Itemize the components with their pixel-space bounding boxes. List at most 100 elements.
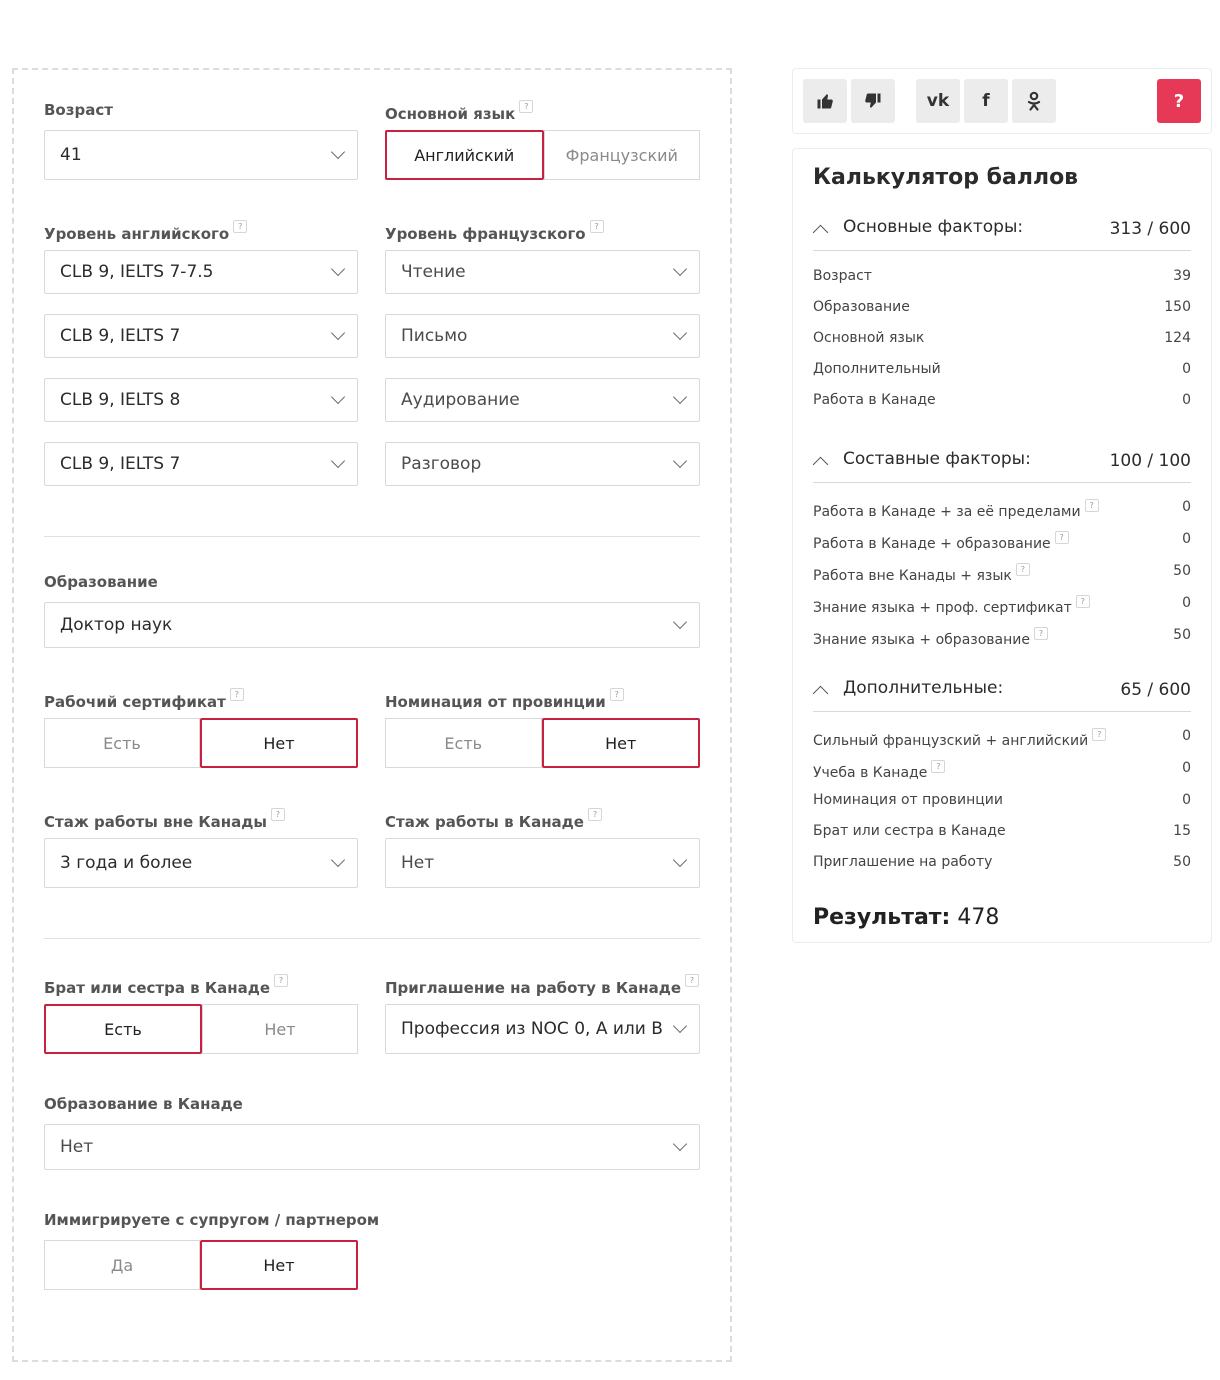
help-icon[interactable]: ? xyxy=(609,688,624,701)
main-language-label: Основной язык? xyxy=(385,100,534,124)
section-basic-factors[interactable]: Основные факторы: 313 / 600 xyxy=(812,217,1191,251)
help-icon[interactable]: ? xyxy=(587,808,602,821)
help-icon[interactable]: ? xyxy=(1075,595,1090,608)
english-reading-select[interactable]: CLB 9, IELTS 7-7.5 xyxy=(44,250,358,294)
list-item: Образование 150 xyxy=(813,299,1191,315)
help-icon[interactable]: ? xyxy=(1084,499,1099,512)
vk-share-button[interactable]: vk xyxy=(916,79,960,123)
chevron-down-icon xyxy=(330,144,346,160)
result-total: Результат: 478 xyxy=(813,905,1000,930)
list-item: Приглашение на работу 50 xyxy=(813,854,1191,870)
chevron-down-icon xyxy=(330,261,346,277)
chevron-up-icon xyxy=(812,456,829,473)
chevron-down-icon xyxy=(672,261,688,277)
foreign-experience-value: 3 года и более xyxy=(60,853,193,873)
vk-icon: vk xyxy=(926,91,950,111)
list-item: Работа в Канаде + за её пределами? 0 xyxy=(813,499,1191,520)
provincial-nomination-toggle: Есть Нет xyxy=(385,718,700,768)
help-icon[interactable]: ? xyxy=(519,100,534,113)
english-speaking-select[interactable]: CLB 9, IELTS 7 xyxy=(44,442,358,486)
english-listening-value: CLB 9, IELTS 8 xyxy=(60,390,181,410)
thumbs-up-icon xyxy=(817,94,833,109)
provincial-nomination-yes-option[interactable]: Есть xyxy=(385,718,542,768)
sibling-label: Брат или сестра в Канаде? xyxy=(44,974,289,998)
like-button[interactable] xyxy=(803,79,847,123)
work-certificate-label: Рабочий сертификат? xyxy=(44,688,244,712)
help-icon[interactable]: ? xyxy=(1092,728,1107,741)
help-icon[interactable]: ? xyxy=(1054,531,1069,544)
section-total: 100 / 100 xyxy=(1109,451,1191,471)
job-offer-select[interactable]: Профессия из NOC 0, A или B xyxy=(385,1004,700,1054)
canadian-education-select[interactable]: Нет xyxy=(44,1124,700,1170)
english-listening-select[interactable]: CLB 9, IELTS 8 xyxy=(44,378,358,422)
help-icon[interactable]: ? xyxy=(589,220,604,233)
help-button[interactable]: ? xyxy=(1157,79,1201,123)
age-select[interactable]: 41 xyxy=(44,130,358,180)
canadian-education-label: Образование в Канаде xyxy=(44,1095,243,1113)
french-listening-value: Аудирование xyxy=(401,390,520,410)
sibling-yes-option[interactable]: Есть xyxy=(44,1004,202,1054)
odnoklassniki-share-button[interactable] xyxy=(1012,79,1056,123)
canadian-experience-value: Нет xyxy=(401,853,435,873)
work-certificate-yes-option[interactable]: Есть xyxy=(44,718,200,768)
french-speaking-value: Разговор xyxy=(401,454,482,474)
divider xyxy=(44,938,700,939)
french-writing-select[interactable]: Письмо xyxy=(385,314,700,358)
facebook-share-button[interactable]: f xyxy=(964,79,1008,123)
chevron-down-icon xyxy=(672,852,688,868)
facebook-icon: f xyxy=(982,91,990,111)
list-item: Брат или сестра в Канаде 15 xyxy=(813,823,1191,839)
spouse-toggle: Да Нет xyxy=(44,1240,358,1290)
canadian-experience-select[interactable]: Нет xyxy=(385,838,700,888)
dislike-button[interactable] xyxy=(851,79,895,123)
french-writing-value: Письмо xyxy=(401,326,468,346)
score-calculator: Калькулятор баллов Основные факторы: 313… xyxy=(792,148,1212,943)
spouse-no-option[interactable]: Нет xyxy=(200,1240,358,1290)
english-writing-select[interactable]: CLB 9, IELTS 7 xyxy=(44,314,358,358)
list-item: Работа в Канаде + образование? 0 xyxy=(813,531,1191,552)
chevron-down-icon xyxy=(672,453,688,469)
chevron-down-icon xyxy=(672,1018,688,1034)
work-certificate-no-option[interactable]: Нет xyxy=(200,718,358,768)
help-icon[interactable]: ? xyxy=(931,760,946,773)
main-language-french-option[interactable]: Французский xyxy=(543,130,700,180)
help-icon[interactable]: ? xyxy=(1015,563,1030,576)
foreign-experience-select[interactable]: 3 года и более xyxy=(44,838,358,888)
help-icon[interactable]: ? xyxy=(270,808,285,821)
spouse-label: Иммигрируете с супругом / партнером xyxy=(44,1211,380,1229)
list-item: Работа вне Канады + язык? 50 xyxy=(813,563,1191,584)
job-offer-label: Приглашение на работу в Канаде? xyxy=(385,974,700,998)
provincial-nomination-no-option[interactable]: Нет xyxy=(541,718,700,768)
section-combined-factors[interactable]: Составные факторы: 100 / 100 xyxy=(812,449,1191,483)
help-icon[interactable]: ? xyxy=(1033,627,1048,640)
help-icon[interactable]: ? xyxy=(685,974,700,987)
canadian-experience-label: Стаж работы в Канаде? xyxy=(385,808,602,832)
help-icon[interactable]: ? xyxy=(274,974,289,987)
odnoklassniki-icon xyxy=(1027,91,1041,111)
sibling-no-option[interactable]: Нет xyxy=(202,1004,358,1054)
education-select[interactable]: Доктор наук xyxy=(44,602,700,648)
section-name: Основные факторы: xyxy=(843,217,1024,237)
list-item: Работа в Канаде 0 xyxy=(813,392,1191,408)
chevron-down-icon xyxy=(672,389,688,405)
chevron-down-icon xyxy=(330,453,346,469)
section-additional-factors[interactable]: Дополнительные: 65 / 600 xyxy=(812,678,1191,712)
main-language-english-option[interactable]: Английский xyxy=(385,130,544,180)
french-listening-select[interactable]: Аудирование xyxy=(385,378,700,422)
spouse-yes-option[interactable]: Да xyxy=(44,1240,200,1290)
french-level-label: Уровень французского? xyxy=(385,220,604,244)
age-label: Возраст xyxy=(44,101,113,119)
help-icon[interactable]: ? xyxy=(229,688,244,701)
help-icon[interactable]: ? xyxy=(233,220,248,233)
section-name: Составные факторы: xyxy=(843,449,1031,469)
list-item: Возраст 39 xyxy=(813,268,1191,284)
french-speaking-select[interactable]: Разговор xyxy=(385,442,700,486)
chevron-down-icon xyxy=(672,614,688,630)
chevron-down-icon xyxy=(672,1136,688,1152)
chevron-up-icon xyxy=(812,224,829,241)
chevron-up-icon xyxy=(812,685,829,702)
french-reading-select[interactable]: Чтение xyxy=(385,250,700,294)
foreign-experience-label: Стаж работы вне Канады? xyxy=(44,808,285,832)
section-total: 65 / 600 xyxy=(1120,680,1191,700)
sibling-toggle: Есть Нет xyxy=(44,1004,358,1054)
